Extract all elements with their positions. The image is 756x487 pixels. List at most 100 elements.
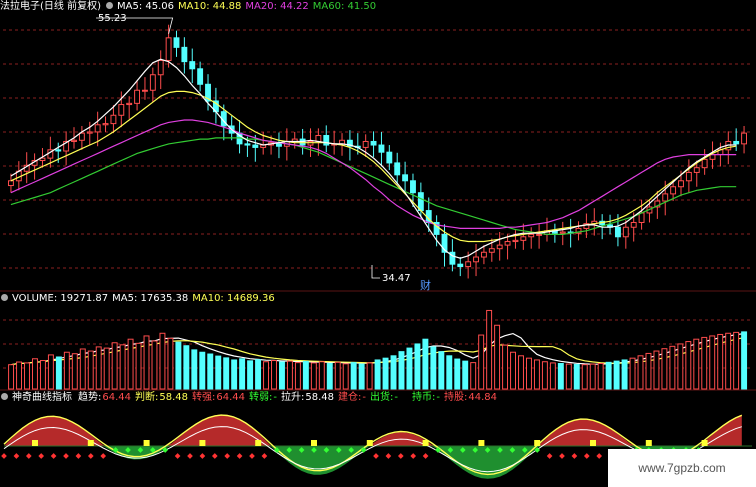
candle-body [370, 140, 377, 146]
candle-body [394, 162, 401, 176]
volume-bar [478, 334, 485, 390]
hold-value: - [436, 392, 440, 403]
volume-bar [693, 338, 700, 390]
signal-dot [546, 453, 553, 459]
signal-dot [224, 453, 231, 459]
candle-body [512, 239, 519, 243]
volume-bar [111, 342, 118, 390]
signal-dot [410, 453, 417, 459]
volume-bar [326, 363, 333, 390]
volume-bar [159, 332, 166, 390]
price-header: 法拉电子(日线 前复权) MA5: 45.06 MA10: 44.88 MA20: 4… [0, 0, 756, 13]
volume-bar [438, 351, 445, 390]
volume-bar [398, 351, 405, 390]
signal-dot [63, 453, 69, 459]
volume-bar [661, 348, 668, 390]
volume-bar [709, 335, 716, 390]
holdshare-label: 持股: [444, 392, 468, 403]
candle-body [244, 143, 251, 146]
candle-body [504, 241, 511, 246]
volume-bar [79, 348, 86, 390]
signal-dot [75, 453, 82, 459]
volume-bar [629, 357, 636, 390]
indicator-dot-icon[interactable] [1, 393, 8, 400]
signal-dot [385, 453, 392, 459]
build-value: - [362, 392, 367, 403]
candle-body [410, 180, 416, 194]
volume-bar [294, 362, 301, 390]
signal-dot [87, 453, 94, 459]
volume-bar [175, 341, 182, 390]
candle-body [709, 154, 716, 160]
signal-dot [25, 453, 32, 459]
volume-bar [239, 358, 246, 390]
signal-dot [174, 453, 181, 459]
candle-body [741, 132, 748, 145]
volume-bar [143, 335, 150, 390]
candle-body [678, 180, 684, 188]
signal-dot [373, 453, 379, 459]
volume-bar [318, 361, 325, 390]
candle-body [496, 244, 503, 250]
volume-bar [406, 347, 413, 390]
signal-dot [187, 453, 193, 459]
judge-value: 58.48 [159, 392, 189, 403]
candle-body [252, 144, 259, 148]
signal-square [534, 440, 541, 446]
volume-bar [207, 353, 214, 390]
signal-dot [211, 453, 218, 459]
strong-value: 64.44 [216, 392, 246, 403]
volume-bar [685, 341, 692, 390]
candle-body [315, 135, 322, 142]
volume-bar [613, 360, 620, 390]
volume-bar [581, 364, 588, 390]
chart-canvas: 55.23 34.47 财 [0, 13, 756, 479]
signal-dot [596, 453, 603, 459]
signal-dot [571, 453, 578, 459]
ship-value: - [394, 392, 399, 403]
signal-dot [13, 453, 20, 459]
low-label: 34.47 [382, 273, 411, 284]
volume-bar [55, 356, 62, 390]
candle-body [157, 59, 164, 76]
trend-value: 64.44 [102, 392, 132, 403]
candle-body [102, 123, 109, 126]
volume-bar [701, 336, 708, 390]
volume-bar [446, 355, 453, 390]
candle-body [670, 186, 677, 195]
weak-label: 转弱: [249, 392, 273, 403]
volume-bar [47, 354, 54, 390]
volume-bar [271, 360, 277, 390]
candle-body [465, 261, 472, 268]
signal-square [32, 440, 38, 446]
candle-body [685, 171, 692, 182]
candle-body [520, 236, 527, 241]
volume-dot-icon[interactable] [1, 294, 8, 301]
volume-bar [525, 357, 532, 390]
settings-dot-icon[interactable] [105, 2, 113, 9]
low-marker-line [371, 265, 380, 279]
candle-body [86, 131, 93, 134]
signal-dot [261, 453, 268, 459]
volume-bar [31, 358, 38, 390]
stock-title: 法拉电子(日线 前复权) [0, 1, 101, 12]
candle-body [7, 180, 14, 187]
volume-bar [462, 360, 469, 390]
candle-body [118, 104, 125, 116]
volume-bar [422, 338, 429, 390]
volume-bar [223, 357, 230, 390]
ma5-legend: MA5: 45.06 [116, 1, 174, 12]
volume-bar [231, 359, 238, 390]
volume-bar [286, 360, 293, 390]
volume-bar [494, 324, 501, 390]
financial-marker[interactable]: 财 [420, 278, 431, 292]
ma10-legend: MA10: 44.88 [178, 1, 242, 12]
weak-value: - [273, 392, 278, 403]
holdshare-value: 44.84 [468, 392, 498, 403]
volume-bar [741, 331, 748, 390]
volume-bar [39, 360, 46, 390]
candle-body [110, 114, 117, 125]
signal-dot [559, 453, 565, 459]
volume-bar [382, 357, 389, 390]
signal-square [87, 440, 94, 446]
